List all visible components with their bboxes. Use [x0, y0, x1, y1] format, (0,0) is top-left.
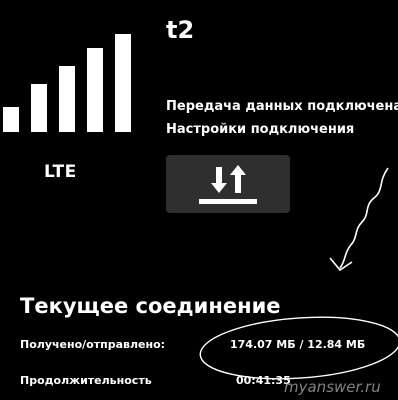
duration-label: Продолжительность — [20, 374, 152, 387]
watermark: myanswer.ru — [284, 378, 381, 396]
data-transfer-toggle-button[interactable] — [166, 155, 290, 213]
signal-bar — [115, 34, 131, 132]
data-transfer-icon — [199, 165, 257, 204]
connection-settings-link[interactable]: Настройки подключения — [166, 122, 354, 137]
data-transfer-status: Передача данных подключена — [166, 99, 398, 114]
signal-bar — [31, 84, 47, 132]
annotation-arrow-head — [329, 257, 353, 272]
operator-name: t2 — [166, 16, 195, 44]
signal-bar — [59, 66, 75, 132]
current-connection-title: Текущее соединение — [20, 294, 281, 318]
signal-strength-icon — [3, 34, 133, 132]
received-sent-label: Получено/отправлено: — [20, 338, 166, 351]
received-sent-value: 174.07 МБ / 12.84 МБ — [230, 338, 366, 351]
network-type-label: LTE — [44, 162, 77, 182]
annotation-arrow-line — [339, 167, 389, 269]
signal-bar — [3, 107, 19, 132]
signal-bar — [87, 48, 103, 132]
duration-value: 00:41:35 — [236, 374, 291, 387]
